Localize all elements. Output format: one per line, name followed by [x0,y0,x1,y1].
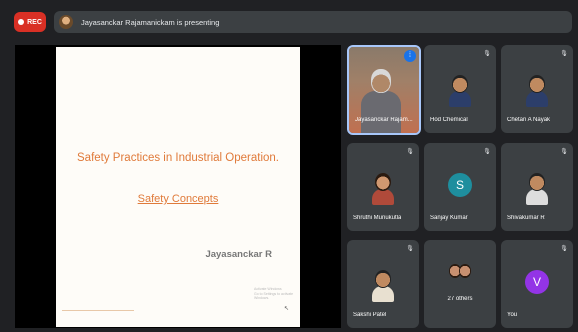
mic-off-icon: 🎙︎ [560,51,568,57]
recording-label: REC [27,18,42,26]
participant-tile[interactable]: 🎙︎ Chetan A Nayak [501,45,573,133]
mic-off-icon: 🎙︎ [483,149,491,155]
mic-off-icon: 🎙︎ [560,149,568,155]
participant-name: Hod Chemical [430,117,468,123]
participant-name: You [507,312,518,318]
record-dot-icon [18,19,25,25]
presenter-avatar [59,15,73,29]
cursor-icon: ↖ [284,306,290,312]
participant-tile[interactable]: 🎙︎ Hod Chemical [424,45,496,133]
participant-name: Sakshi Patel [353,312,387,318]
participant-avatar [372,173,394,205]
participant-mini-avatar [459,264,471,278]
participant-tile-others[interactable]: 27 others [424,240,496,328]
slide-title: Safety Practices in Industrial Operation… [77,152,279,164]
participant-initial-avatar: S [448,173,472,197]
participant-avatar [449,75,471,107]
mic-off-icon: 🎙︎ [406,246,414,252]
presenting-text: Jayasanckar Rajamanickam is presenting [81,17,220,27]
participant-tile[interactable]: 🎙︎ Shruthi Munukutla [347,143,419,231]
slide-author: Jayasanckar R [205,249,272,260]
recording-badge[interactable]: REC [14,12,46,32]
participant-name: Chetan A Nayak [507,117,551,123]
mic-off-icon: 🎙︎ [406,149,414,155]
watermark-line: Go to Settings to activate Windows. [254,291,294,301]
participant-avatar [372,270,394,302]
participant-tile[interactable]: 🎙︎ Sakshi Patel [347,240,419,328]
participant-avatar [526,173,548,205]
windows-watermark: Activate Windows Go to Settings to activ… [254,287,300,301]
speaking-indicator-icon: ⁞ [404,50,416,62]
slide-subtitle: Safety Concepts [137,193,219,205]
mic-off-icon: 🎙︎ [560,246,568,252]
participant-tile-presenter[interactable]: ⁞ Jayasanckar Rajam... [347,45,421,135]
slide-divider [62,310,134,311]
presentation-slide: Safety Practices in Industrial Operation… [56,47,300,327]
screen-share[interactable]: Safety Practices in Industrial Operation… [15,45,341,328]
participant-initial-avatar: V [525,270,549,294]
participant-name: Sanjay Kumar [430,215,468,221]
participant-name: Jayasanckar Rajam... [355,117,413,123]
participant-name: Shruthi Munukutla [353,215,402,221]
participant-avatar [526,75,548,107]
others-count: 27 others [447,296,473,302]
mic-off-icon: 🎙︎ [483,51,491,57]
presenting-banner: Jayasanckar Rajamanickam is presenting [54,11,572,33]
participant-name: Shivakumar R [507,215,545,221]
participant-tile-self[interactable]: 🎙︎ V You [501,240,573,328]
participant-tile[interactable]: 🎙︎ S Sanjay Kumar [424,143,496,231]
top-bar: REC Jayasanckar Rajamanickam is presenti… [0,0,578,44]
participant-tile[interactable]: 🎙︎ Shivakumar R [501,143,573,231]
